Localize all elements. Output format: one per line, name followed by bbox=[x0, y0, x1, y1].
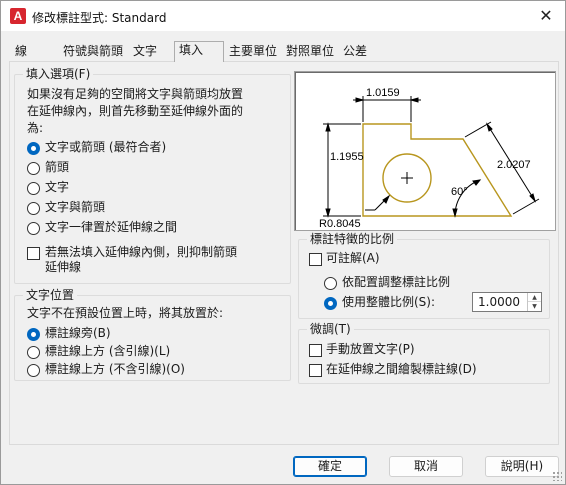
preview-dim-angle-label: 60° bbox=[451, 186, 468, 198]
annotative-checkbox[interactable] bbox=[309, 253, 322, 266]
fit-options-description-line2: 在延伸線內，則首先移動至延伸線外面的 bbox=[27, 104, 244, 118]
radio-text-label: 文字 bbox=[45, 180, 70, 194]
dialog-window: A 修改標註型式: Standard ✕ 線 符號與箭頭 文字 填入 主要單位 … bbox=[0, 0, 566, 485]
radio-over-dim-line-without-leader[interactable] bbox=[27, 364, 40, 377]
tab-lines[interactable]: 線 bbox=[11, 43, 31, 61]
radio-text-and-arrows[interactable] bbox=[27, 202, 40, 215]
dimension-preview-drawing: 1.0159 1.1955 2.0207 60° R0.8045 bbox=[319, 87, 540, 230]
fine-tuning-group: 微調(T) 手動放置文字(P) 在延伸線之間繪製標註線(D) bbox=[298, 321, 550, 384]
annotative-label: 可註解(A) bbox=[326, 251, 380, 265]
place-text-manually-label: 手動放置文字(P) bbox=[326, 342, 415, 356]
tab-symbols-arrows[interactable]: 符號與箭頭 bbox=[59, 43, 127, 61]
fit-options-title: 填入選項(F) bbox=[23, 66, 94, 82]
overall-scale-spinner[interactable]: ▲ ▼ bbox=[527, 293, 541, 311]
fit-tab-page: 填入選項(F) 如果沒有足夠的空間將文字與箭頭均放置 在延伸線內，則首先移動至延… bbox=[9, 61, 559, 445]
tab-strip: 線 符號與箭頭 文字 填入 主要單位 對照單位 公差 bbox=[9, 41, 559, 62]
radio-use-overall-scale[interactable] bbox=[324, 297, 337, 310]
tab-alternate-units[interactable]: 對照單位 bbox=[282, 43, 338, 61]
draw-dim-line-between-ext-label: 在延伸線之間繪製標註線(D) bbox=[326, 362, 477, 376]
close-icon[interactable]: ✕ bbox=[533, 3, 559, 29]
tab-fit[interactable]: 填入 bbox=[174, 41, 224, 62]
suppress-arrows-label-line2: 延伸線 bbox=[45, 260, 82, 274]
cancel-button[interactable]: 取消 bbox=[389, 456, 463, 477]
radio-over-dim-line-with-leader-label: 標註線上方 (含引線)(L) bbox=[45, 344, 171, 358]
radio-scale-to-layout-label: 依配置調整標註比例 bbox=[342, 275, 451, 289]
radio-beside-dim-line[interactable] bbox=[27, 328, 40, 341]
suppress-arrows-checkbox[interactable] bbox=[27, 247, 40, 260]
text-placement-title: 文字位置 bbox=[23, 287, 78, 303]
fine-tuning-title: 微調(T) bbox=[307, 321, 354, 337]
radio-arrows-label: 箭頭 bbox=[45, 160, 70, 174]
radio-scale-to-layout[interactable] bbox=[324, 277, 337, 290]
preview-dim-top-label: 1.0159 bbox=[366, 87, 400, 99]
radio-text-or-arrows[interactable] bbox=[27, 142, 40, 155]
preview-dim-radius-label: R0.8045 bbox=[319, 218, 361, 230]
radio-text[interactable] bbox=[27, 182, 40, 195]
radio-over-dim-line-without-leader-label: 標註線上方 (不含引線)(O) bbox=[45, 362, 185, 376]
place-text-manually-checkbox[interactable] bbox=[309, 344, 322, 357]
radio-always-between-ext-lines[interactable] bbox=[27, 222, 40, 235]
fit-options-group: 填入選項(F) 如果沒有足夠的空間將文字與箭頭均放置 在延伸線內，則首先移動至延… bbox=[14, 66, 291, 284]
title-bar: A 修改標註型式: Standard ✕ bbox=[1, 1, 565, 31]
resize-grip-icon[interactable] bbox=[552, 471, 562, 481]
radio-text-and-arrows-label: 文字與箭頭 bbox=[45, 200, 106, 214]
dialog-title: 修改標註型式: Standard bbox=[32, 11, 167, 25]
text-placement-group: 文字位置 文字不在預設位置上時，將其放置於: 標註線旁(B) 標註線上方 (含引… bbox=[14, 287, 291, 381]
preview-dim-right-label: 2.0207 bbox=[497, 159, 531, 171]
tab-text[interactable]: 文字 bbox=[129, 43, 161, 61]
autocad-app-icon: A bbox=[10, 8, 26, 24]
radio-arrows[interactable] bbox=[27, 162, 40, 175]
spin-down-icon[interactable]: ▼ bbox=[528, 302, 541, 311]
radio-text-or-arrows-label: 文字或箭頭 (最符合者) bbox=[45, 140, 167, 154]
preview-dim-left-label: 1.1955 bbox=[330, 151, 364, 163]
fit-options-description-line3: 為: bbox=[27, 121, 44, 135]
draw-dim-line-between-ext-checkbox[interactable] bbox=[309, 364, 322, 377]
overall-scale-value: 1.0000 bbox=[478, 295, 520, 309]
overall-scale-input[interactable]: 1.0000 ▲ ▼ bbox=[472, 292, 542, 312]
text-placement-description: 文字不在預設位置上時，將其放置於: bbox=[27, 306, 224, 320]
help-button[interactable]: 說明(H) bbox=[485, 456, 559, 477]
radio-always-between-ext-lines-label: 文字一律置於延伸線之間 bbox=[45, 220, 178, 234]
tab-tolerances[interactable]: 公差 bbox=[339, 43, 371, 61]
spin-up-icon[interactable]: ▲ bbox=[528, 293, 541, 302]
scale-group-title: 標註特徵的比例 bbox=[307, 231, 398, 247]
dimension-preview: 1.0159 1.1955 2.0207 60° R0.8045 bbox=[294, 71, 556, 231]
ok-button[interactable]: 確定 bbox=[293, 456, 367, 477]
fit-options-description-line1: 如果沒有足夠的空間將文字與箭頭均放置 bbox=[27, 87, 244, 101]
radio-use-overall-scale-label: 使用整體比例(S): bbox=[342, 295, 436, 309]
tab-primary-units[interactable]: 主要單位 bbox=[225, 43, 281, 61]
radio-beside-dim-line-label: 標註線旁(B) bbox=[45, 326, 111, 340]
radio-over-dim-line-with-leader[interactable] bbox=[27, 346, 40, 359]
